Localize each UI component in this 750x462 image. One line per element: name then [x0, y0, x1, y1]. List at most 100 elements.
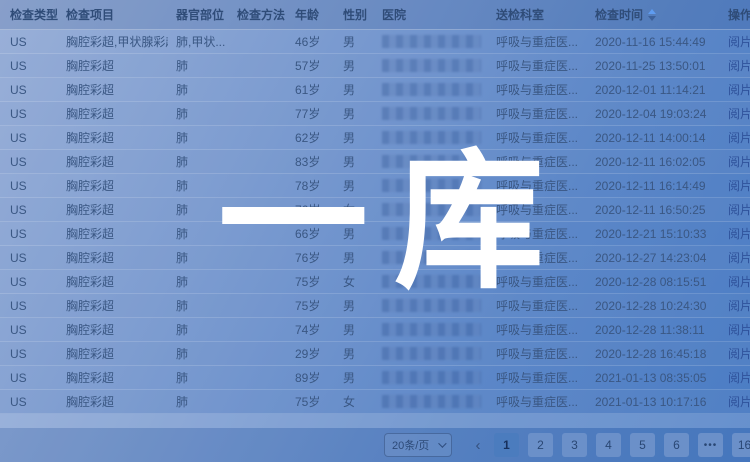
page-button-4[interactable]: 4: [596, 433, 621, 457]
table-row[interactable]: US胸腔彩超肺83岁男呼吸与重症医...2020-12-11 16:02:05阅…: [0, 150, 750, 174]
exam-item-cell: 胸腔彩超: [58, 366, 168, 389]
view-images-link[interactable]: 阅片: [728, 105, 750, 122]
table-row[interactable]: US胸腔彩超肺75岁女呼吸与重症医...2020-12-28 08:15:51阅…: [0, 270, 750, 294]
col-header-age[interactable]: 年龄: [287, 0, 335, 29]
table-row[interactable]: US胸腔彩超肺57岁男呼吸与重症医...2020-11-25 13:50:01阅…: [0, 54, 750, 78]
exam-type-cell: US: [0, 54, 58, 77]
table-row[interactable]: US胸腔彩超肺61岁男呼吸与重症医...2020-12-01 11:14:21阅…: [0, 78, 750, 102]
page-size-select[interactable]: 20条/页: [384, 433, 452, 457]
page-button-2[interactable]: 2: [528, 433, 553, 457]
table-row[interactable]: US胸腔彩超,甲状腺彩超肺,甲状...46岁男呼吸与重症医...2020-11-…: [0, 30, 750, 54]
page-button-6[interactable]: 6: [664, 433, 689, 457]
view-images-link[interactable]: 阅片: [728, 153, 750, 170]
operation-cell: 阅片: [720, 246, 750, 269]
operation-cell: 阅片: [720, 318, 750, 341]
redaction-blur: [382, 83, 481, 96]
method-cell: [229, 390, 287, 413]
operation-cell: 阅片: [720, 150, 750, 173]
view-images-link[interactable]: 阅片: [728, 369, 750, 386]
col-header-method[interactable]: 检查方法: [229, 0, 287, 29]
age-cell: 77岁: [287, 102, 335, 125]
method-cell: [229, 78, 287, 101]
department-cell: 呼吸与重症医...: [488, 54, 587, 77]
view-images-link[interactable]: 阅片: [728, 297, 750, 314]
table-row[interactable]: US胸腔彩超肺89岁男呼吸与重症医...2021-01-13 08:35:05阅…: [0, 366, 750, 390]
exam-type-cell: US: [0, 150, 58, 173]
view-images-link[interactable]: 阅片: [728, 57, 750, 74]
table-row[interactable]: US胸腔彩超肺66岁男呼吸与重症医...2020-12-21 15:10:33阅…: [0, 222, 750, 246]
view-images-link[interactable]: 阅片: [728, 129, 750, 146]
gender-cell: 男: [335, 174, 374, 197]
exam-item-cell: 胸腔彩超: [58, 294, 168, 317]
exam-item-cell: 胸腔彩超: [58, 246, 168, 269]
redaction-blur: [382, 299, 481, 312]
exam-time-cell: 2020-12-28 16:45:18: [587, 342, 720, 365]
table-row[interactable]: US胸腔彩超肺78岁男呼吸与重症医...2020-12-11 16:14:49阅…: [0, 174, 750, 198]
exam-item-cell: 胸腔彩超,甲状腺彩超: [58, 30, 168, 53]
sort-caret-down-icon[interactable]: [648, 16, 656, 21]
col-header-exam-type[interactable]: 检查类型: [0, 0, 58, 29]
view-images-link[interactable]: 阅片: [728, 201, 750, 218]
exam-type-cell: US: [0, 390, 58, 413]
page-button-5[interactable]: 5: [630, 433, 655, 457]
method-cell: [229, 54, 287, 77]
redaction-blur: [382, 35, 481, 48]
sort-caret-icon[interactable]: [648, 9, 656, 21]
department-cell: 呼吸与重症医...: [488, 126, 587, 149]
table-row[interactable]: US胸腔彩超肺76岁女呼吸与重症医...2020-12-11 16:50:25阅…: [0, 198, 750, 222]
view-images-link[interactable]: 阅片: [728, 321, 750, 338]
page-button-3[interactable]: 3: [562, 433, 587, 457]
hospital-cell-redacted: [374, 390, 488, 413]
col-header-gender[interactable]: 性别: [335, 0, 374, 29]
table-row[interactable]: US胸腔彩超肺76岁男呼吸与重症医...2020-12-27 14:23:04阅…: [0, 246, 750, 270]
exam-item-cell: 胸腔彩超: [58, 126, 168, 149]
page-ellipsis-button[interactable]: •••: [698, 433, 723, 457]
department-cell: 呼吸与重症医...: [488, 78, 587, 101]
view-images-link[interactable]: 阅片: [728, 177, 750, 194]
col-header-operation: 操作: [720, 0, 750, 29]
organ-cell: 肺: [168, 294, 229, 317]
view-images-link[interactable]: 阅片: [728, 273, 750, 290]
prev-page-button[interactable]: ‹: [471, 433, 485, 457]
view-images-link[interactable]: 阅片: [728, 393, 750, 410]
sort-caret-up-icon[interactable]: [648, 9, 656, 14]
col-header-department[interactable]: 送检科室: [488, 0, 587, 29]
col-header-exam-time[interactable]: 检查时间: [587, 0, 720, 29]
table-row[interactable]: US胸腔彩超肺75岁男呼吸与重症医...2020-12-28 10:24:30阅…: [0, 294, 750, 318]
hospital-cell-redacted: [374, 78, 488, 101]
col-header-hospital[interactable]: 医院: [374, 0, 488, 29]
table-header: 检查类型 检查项目 器官部位 检查方法 年龄 性别 医院 送检科室 检查时间 操…: [0, 0, 750, 30]
age-cell: 46岁: [287, 30, 335, 53]
page-button-16[interactable]: 16: [732, 433, 750, 457]
department-cell: 呼吸与重症医...: [488, 342, 587, 365]
table-row[interactable]: US胸腔彩超肺29岁男呼吸与重症医...2020-12-28 16:45:18阅…: [0, 342, 750, 366]
view-images-link[interactable]: 阅片: [728, 345, 750, 362]
page-button-1[interactable]: 1: [494, 433, 519, 457]
organ-cell: 肺: [168, 150, 229, 173]
operation-cell: 阅片: [720, 222, 750, 245]
exam-type-cell: US: [0, 126, 58, 149]
exam-item-cell: 胸腔彩超: [58, 318, 168, 341]
col-header-exam-item[interactable]: 检查项目: [58, 0, 168, 29]
view-images-link[interactable]: 阅片: [728, 225, 750, 242]
exam-type-cell: US: [0, 342, 58, 365]
organ-cell: 肺: [168, 102, 229, 125]
col-header-organ[interactable]: 器官部位: [168, 0, 229, 29]
hospital-cell-redacted: [374, 270, 488, 293]
gender-cell: 女: [335, 270, 374, 293]
table-row[interactable]: US胸腔彩超肺74岁男呼吸与重症医...2020-12-28 11:38:11阅…: [0, 318, 750, 342]
view-images-link[interactable]: 阅片: [728, 81, 750, 98]
chevron-down-icon: [438, 439, 446, 447]
exam-item-cell: 胸腔彩超: [58, 54, 168, 77]
table-row[interactable]: US胸腔彩超肺77岁男呼吸与重症医...2020-12-04 19:03:24阅…: [0, 102, 750, 126]
view-images-link[interactable]: 阅片: [728, 249, 750, 266]
gender-cell: 男: [335, 30, 374, 53]
age-cell: 62岁: [287, 126, 335, 149]
table-row[interactable]: US胸腔彩超肺62岁男呼吸与重症医...2020-12-11 14:00:14阅…: [0, 126, 750, 150]
table-row[interactable]: US胸腔彩超肺75岁女呼吸与重症医...2021-01-13 10:17:16阅…: [0, 390, 750, 414]
exam-time-cell: 2020-12-04 19:03:24: [587, 102, 720, 125]
operation-cell: 阅片: [720, 78, 750, 101]
exam-time-cell: 2020-12-28 10:24:30: [587, 294, 720, 317]
view-images-link[interactable]: 阅片: [728, 33, 750, 50]
age-cell: 75岁: [287, 390, 335, 413]
